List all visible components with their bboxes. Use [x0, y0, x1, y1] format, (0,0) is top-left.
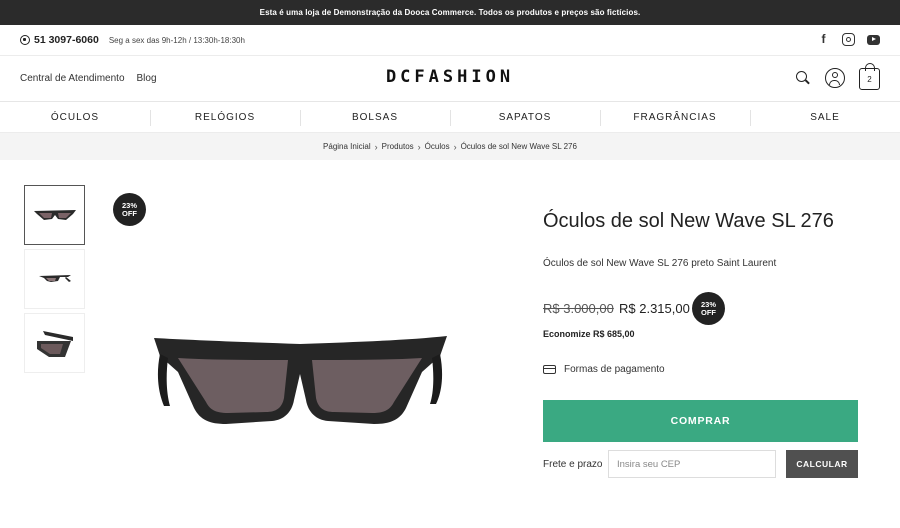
- social-links: f: [817, 33, 880, 46]
- youtube-icon[interactable]: [867, 34, 880, 45]
- credit-card-icon: [543, 365, 556, 374]
- nav-item-sale[interactable]: SALE: [750, 103, 900, 132]
- nav-item-fragrancias[interactable]: FRAGRÂNCIAS: [600, 103, 750, 132]
- price-discount-badge: 23% OFF: [692, 292, 725, 325]
- sunglasses-main-image: [154, 336, 447, 424]
- account-icon[interactable]: [825, 68, 845, 88]
- nav-item-bolsas[interactable]: BOLSAS: [300, 103, 450, 132]
- chevron-right-icon: ›: [453, 141, 457, 152]
- cep-input[interactable]: [608, 450, 776, 478]
- old-price: R$ 3.000,00: [543, 301, 614, 316]
- nav-item-relogios[interactable]: RELÓGIOS: [150, 103, 300, 132]
- savings-text: Economize R$ 685,00: [543, 329, 635, 339]
- main-product-image[interactable]: [150, 328, 450, 433]
- discount-label: OFF: [122, 208, 137, 218]
- opening-hours: Seg a sex das 9h-12h / 13:30h-18:30h: [108, 35, 245, 45]
- header-actions: 2: [795, 63, 880, 90]
- instagram-icon[interactable]: [842, 33, 855, 46]
- search-icon[interactable]: [795, 70, 811, 86]
- product-subtitle: Óculos de sol New Wave SL 276 preto Sain…: [543, 258, 777, 269]
- store-logo[interactable]: DCFASHION: [0, 67, 900, 87]
- chevron-right-icon: ›: [417, 141, 421, 152]
- main-nav: ÓCULOS RELÓGIOS BOLSAS SAPATOS FRAGRÂNCI…: [0, 103, 900, 133]
- calculate-shipping-button[interactable]: CALCULAR: [786, 450, 858, 478]
- breadcrumb-category[interactable]: Óculos: [425, 142, 450, 151]
- breadcrumb-home[interactable]: Página Inicial: [323, 142, 371, 151]
- sunglasses-front-image: [33, 210, 76, 220]
- facebook-icon[interactable]: f: [817, 33, 830, 46]
- announcement-text: Esta é uma loja de Demonstração da Dooca…: [259, 8, 641, 17]
- discount-label: OFF: [701, 307, 716, 317]
- payment-methods-label: Formas de pagamento: [564, 364, 665, 375]
- nav-item-sapatos[interactable]: SAPATOS: [450, 103, 600, 132]
- breadcrumb-current: Óculos de sol New Wave SL 276: [460, 142, 577, 151]
- cart-count: 2: [867, 74, 872, 84]
- chevron-right-icon: ›: [374, 141, 378, 152]
- thumbnail-side[interactable]: [24, 249, 85, 309]
- announcement-bar: Esta é uma loja de Demonstração da Dooca…: [0, 0, 900, 25]
- product-info: Óculos de sol New Wave SL 276: [543, 210, 858, 233]
- shipping-label: Frete e prazo: [543, 459, 603, 470]
- buy-button[interactable]: COMPRAR: [543, 400, 858, 442]
- breadcrumb: Página Inicial › Produtos › Óculos › Ócu…: [0, 133, 900, 160]
- thumbnail-angle[interactable]: [24, 313, 85, 373]
- sunglasses-angle-image: [36, 331, 73, 357]
- discount-badge: 23% OFF: [113, 193, 146, 226]
- payment-methods-link[interactable]: Formas de pagamento: [543, 364, 665, 375]
- site-header: Central de Atendimento Blog DCFASHION 2: [0, 56, 900, 102]
- product-title: Óculos de sol New Wave SL 276: [543, 210, 834, 232]
- thumbnail-front[interactable]: [24, 185, 85, 245]
- contact-bar: 51 3097-6060 Seg a sex das 9h-12h / 13:3…: [0, 25, 900, 56]
- nav-item-oculos[interactable]: ÓCULOS: [0, 103, 150, 132]
- product-thumbnails: [24, 185, 85, 377]
- sunglasses-side-image: [38, 275, 71, 282]
- whatsapp-icon: [20, 35, 30, 45]
- breadcrumb-products[interactable]: Produtos: [382, 142, 414, 151]
- current-price: R$ 2.315,00: [619, 301, 690, 316]
- cart-icon[interactable]: 2: [859, 63, 880, 90]
- phone-number[interactable]: 51 3097-6060: [34, 34, 99, 46]
